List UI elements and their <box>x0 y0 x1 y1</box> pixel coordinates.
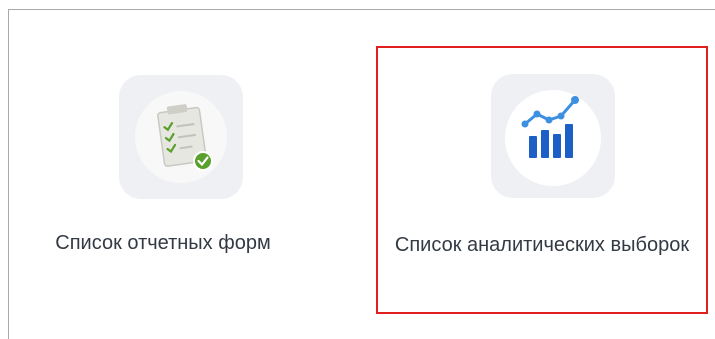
bar-chart-icon <box>491 74 615 198</box>
report-forms-tile[interactable]: Список отчетных форм <box>22 60 304 260</box>
report-forms-label: Список отчетных форм <box>55 232 271 254</box>
analytics-samples-label: Список аналитических выборок <box>394 234 690 256</box>
clipboard-checklist-icon <box>119 75 243 199</box>
analytics-samples-tile[interactable]: Список аналитических выборок <box>376 46 708 314</box>
